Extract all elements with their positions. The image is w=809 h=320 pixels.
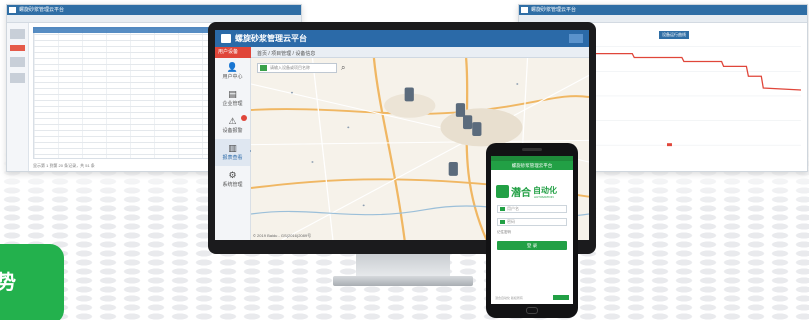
brand-logo-icon (496, 185, 509, 198)
map-place-dot (290, 91, 293, 94)
tab-user-devices[interactable]: 用户设备 (215, 47, 251, 58)
phone-footer-button[interactable] (553, 295, 569, 300)
device-marker-icon (455, 103, 466, 117)
device-marker-icon (463, 115, 473, 130)
sidebar-item[interactable] (10, 57, 25, 67)
sidebar-item-user-center[interactable]: 👤 用户中心 (215, 58, 250, 85)
phone-earpiece (522, 148, 542, 151)
phone-home-button (526, 307, 538, 314)
sidebar-item-system[interactable]: ⚙ 系统管理 (215, 166, 250, 193)
password-field[interactable]: 密码 (497, 218, 567, 226)
gear-icon: ⚙ (228, 170, 237, 180)
remember-password-checkbox[interactable]: 记住密码 (497, 230, 567, 235)
sidebar-item-enterprise[interactable]: ▤ 企业管理 (215, 85, 250, 112)
phone-footer: 潜合自动化 版权所有 (495, 295, 569, 301)
lock-icon (500, 220, 505, 224)
left-window-sidebar (7, 23, 29, 171)
user-icon (500, 207, 505, 211)
left-window-titlebar: 螺旋砂浆管理云平台 (7, 5, 301, 15)
left-window-title: 螺旋砂浆管理云平台 (19, 7, 65, 13)
breadcrumb: 首页 / 项目管理 / 设备信息 (257, 51, 316, 57)
app-logo-icon (521, 7, 528, 13)
alarm-icon[interactable] (10, 45, 25, 51)
brand-name-english: AUTOMATION (534, 195, 554, 199)
right-window-titlebar: 螺旋砂浆管理云平台 (519, 5, 807, 15)
monitor-stand-base (333, 276, 473, 286)
device-marker-icon (472, 122, 482, 136)
username-field[interactable]: 用户名 (497, 205, 567, 213)
app-nav-bar: 用户设备 首页 / 项目管理 / 设备信息 (215, 47, 589, 58)
login-button[interactable]: 登 录 (497, 241, 567, 250)
header-user-button[interactable] (569, 34, 583, 43)
app-header: 螺旋砂浆管理云平台 (215, 30, 589, 47)
app-title: 螺旋砂浆管理云平台 (235, 34, 307, 43)
sidebar-item-label: 企业管理 (222, 101, 243, 107)
corner-badge-text: 势 (0, 272, 16, 294)
brand-logo-icon (221, 34, 231, 43)
sidebar-item-alarm[interactable]: ⚠ 设备报警 (215, 112, 250, 139)
app-sidebar: 👤 用户中心 ▤ 企业管理 ⚠ 设备报警 ▥ 报表查看 ⚙ 系统管理 (215, 58, 255, 240)
phone-app-title: 螺旋砂浆管理云平台 (491, 161, 573, 170)
sidebar-item[interactable] (10, 29, 25, 39)
map-place-dot (311, 161, 314, 163)
sidebar-item-label: 系统管理 (222, 182, 243, 188)
map-place-dot (347, 126, 350, 129)
brand-logo: 潜合 自动化 AUTOMATION (496, 184, 568, 200)
brand-name-primary: 潜合 (511, 188, 531, 199)
table-footer: 显示第 1 到第 20 条记录，共 51 条 (33, 163, 95, 168)
right-window-title: 螺旋砂浆管理云平台 (531, 7, 577, 13)
password-placeholder: 密码 (507, 219, 515, 224)
map-place-dot (362, 204, 365, 207)
mobile-phone: 螺旋砂浆管理云平台 潜合 自动化 AUTOMATION 用户名 密码 记住密码 … (486, 143, 578, 318)
username-placeholder: 用户名 (507, 206, 519, 211)
user-icon: 👤 (226, 62, 239, 72)
report-icon: ▥ (228, 143, 237, 153)
alarm-badge (241, 115, 247, 121)
device-marker-icon (448, 162, 458, 176)
sidebar-item-label: 用户中心 (222, 74, 243, 80)
map-city-area (440, 108, 523, 147)
apple-logo-icon (396, 243, 404, 251)
legend-marker (667, 143, 672, 147)
map-copyright: © 2019 Baidu - GS(2016)2089号 (253, 233, 312, 238)
sidebar-item-label: 报表查看 (222, 155, 243, 161)
search-logo-icon (260, 65, 267, 71)
sidebar-item[interactable] (10, 73, 25, 83)
map-search-input[interactable]: 请输入设备或项目名称 (257, 63, 337, 73)
app-logo-icon (9, 7, 16, 13)
sidebar-item-label: 设备报警 (222, 128, 243, 134)
phone-screen: 螺旋砂浆管理云平台 潜合 自动化 AUTOMATION 用户名 密码 记住密码 … (491, 156, 573, 304)
sidebar-item-report[interactable]: ▥ 报表查看 (215, 139, 250, 166)
building-icon: ▤ (228, 89, 237, 99)
map-place-dot (516, 83, 519, 85)
corner-badge: 势 (0, 244, 64, 320)
search-icon[interactable]: ⌕ (341, 63, 345, 73)
device-marker-icon (404, 87, 414, 102)
phone-footer-text: 潜合自动化 版权所有 (495, 296, 523, 300)
map-search-placeholder: 请输入设备或项目名称 (270, 65, 310, 70)
